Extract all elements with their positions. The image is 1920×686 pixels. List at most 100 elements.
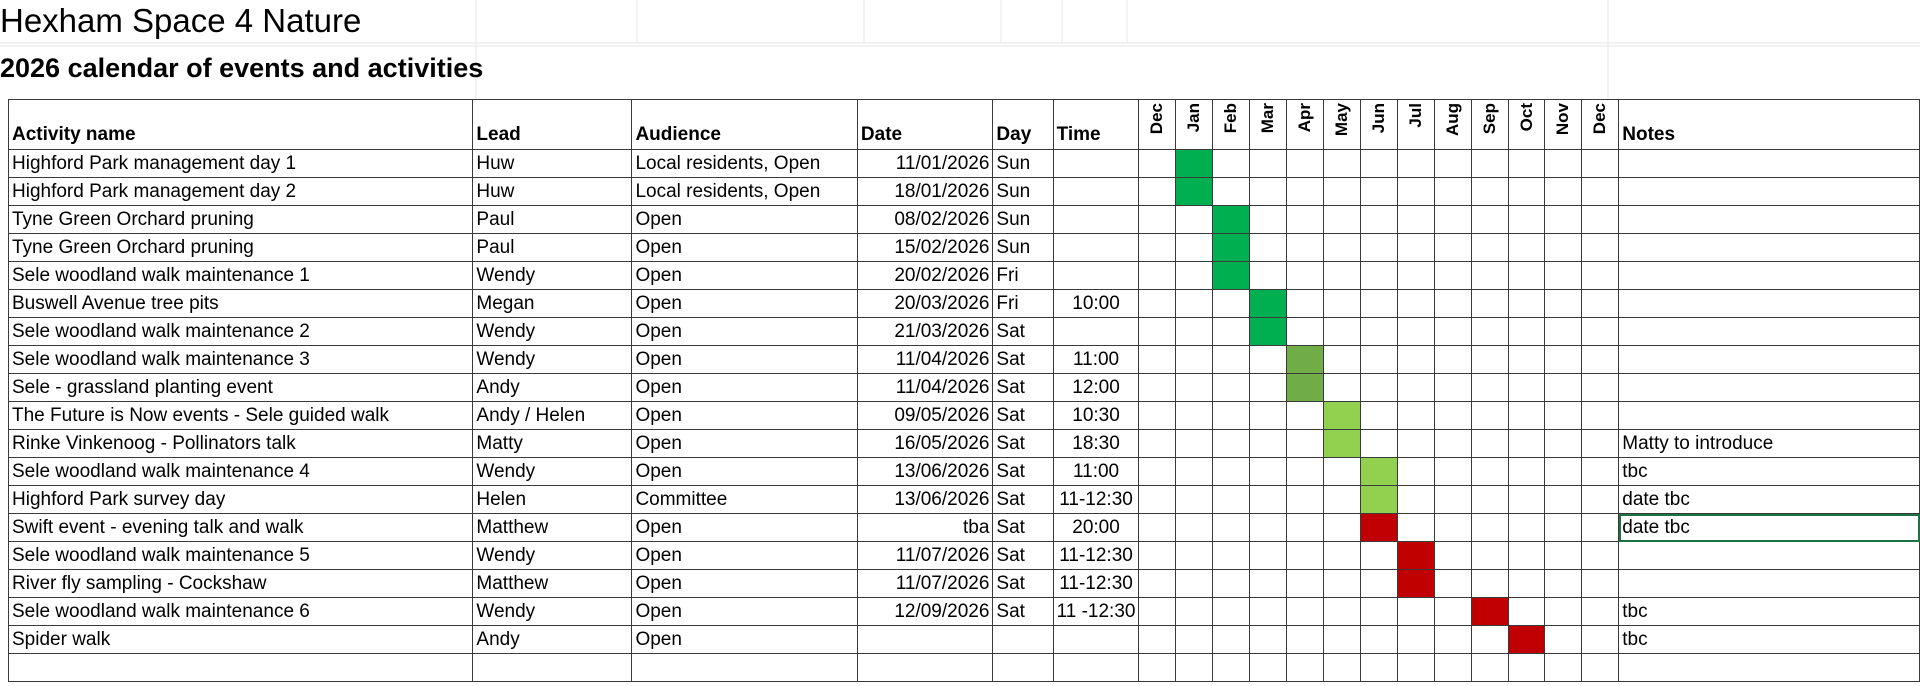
month-cell[interactable] (1433, 345, 1472, 374)
month-cell[interactable] (1433, 457, 1472, 486)
month-cell[interactable] (1249, 513, 1288, 542)
month-cell[interactable] (1433, 373, 1472, 402)
cell-day[interactable]: Sun (992, 233, 1054, 262)
month-cell[interactable] (1359, 233, 1398, 262)
cell-time[interactable]: 20:00 (1052, 513, 1140, 542)
month-cell[interactable] (1323, 457, 1361, 486)
cell-lead[interactable]: Matty (472, 429, 633, 458)
cell-lead[interactable]: Matthew (472, 569, 633, 598)
month-cell[interactable] (1581, 373, 1620, 402)
month-cell[interactable] (1138, 261, 1177, 290)
header-month-jun[interactable]: Jun (1359, 99, 1398, 150)
header-month-sep[interactable]: Sep (1470, 99, 1509, 150)
month-cell[interactable] (1359, 289, 1398, 318)
month-cell[interactable] (1359, 345, 1398, 374)
cell-lead[interactable]: Megan (472, 289, 633, 318)
month-cell[interactable] (1138, 513, 1177, 542)
month-cell[interactable] (1286, 513, 1325, 542)
cell-audience[interactable]: Open (631, 317, 858, 346)
cell-date[interactable] (856, 625, 994, 654)
cell-notes[interactable] (1618, 289, 1920, 318)
cell-audience[interactable]: Committee (631, 485, 858, 514)
cell-lead[interactable]: Huw (472, 149, 633, 178)
month-cell[interactable] (1396, 261, 1435, 290)
cell-time[interactable]: 11-12:30 (1052, 569, 1140, 598)
month-cell[interactable] (1544, 485, 1583, 514)
month-cell[interactable] (1323, 569, 1361, 598)
month-cell[interactable] (1138, 345, 1177, 374)
month-bar[interactable] (1249, 317, 1288, 346)
month-cell[interactable] (1175, 457, 1214, 486)
month-cell[interactable] (1433, 429, 1472, 458)
month-cell[interactable] (1396, 205, 1435, 234)
cell-activity[interactable]: Sele woodland walk maintenance 2 (7, 317, 474, 346)
month-cell[interactable] (1581, 149, 1620, 178)
cell-time[interactable] (1052, 653, 1140, 682)
month-cell[interactable] (1323, 625, 1361, 654)
month-cell[interactable] (1581, 485, 1620, 514)
month-cell[interactable] (1175, 625, 1214, 654)
month-cell[interactable] (1433, 261, 1472, 290)
month-cell[interactable] (1433, 205, 1472, 234)
header-month-apr[interactable]: Apr (1286, 99, 1325, 150)
month-cell[interactable] (1249, 345, 1288, 374)
cell-date[interactable]: 13/06/2026 (856, 457, 994, 486)
month-cell[interactable] (1581, 597, 1620, 626)
cell-lead[interactable]: Wendy (472, 345, 633, 374)
month-cell[interactable] (1249, 149, 1288, 178)
month-bar[interactable] (1286, 345, 1325, 374)
month-cell[interactable] (1175, 373, 1214, 402)
month-cell[interactable] (1470, 289, 1509, 318)
header-audience[interactable]: Audience (631, 99, 858, 150)
month-cell[interactable] (1470, 401, 1509, 430)
month-cell[interactable] (1359, 149, 1398, 178)
header-time[interactable]: Time (1052, 99, 1140, 150)
cell-lead[interactable]: Helen (472, 485, 633, 514)
month-bar[interactable] (1359, 485, 1398, 514)
cell-audience[interactable]: Open (631, 289, 858, 318)
cell-day[interactable]: Sun (992, 177, 1054, 206)
month-cell[interactable] (1507, 149, 1546, 178)
cell-activity[interactable] (7, 653, 474, 682)
header-month-aug[interactable]: Aug (1433, 99, 1472, 150)
month-cell[interactable] (1433, 597, 1472, 626)
month-cell[interactable] (1544, 653, 1583, 682)
month-cell[interactable] (1212, 653, 1251, 682)
cell-time[interactable]: 11-12:30 (1052, 485, 1140, 514)
month-cell[interactable] (1396, 513, 1435, 542)
month-bar[interactable] (1470, 597, 1509, 626)
cell-activity[interactable]: Tyne Green Orchard pruning (7, 233, 474, 262)
month-bar[interactable] (1323, 401, 1361, 430)
month-cell[interactable] (1396, 485, 1435, 514)
month-cell[interactable] (1359, 317, 1398, 346)
month-cell[interactable] (1212, 485, 1251, 514)
cell-notes[interactable]: date tbc (1618, 485, 1920, 514)
month-cell[interactable] (1507, 373, 1546, 402)
cell-date[interactable]: 20/02/2026 (856, 261, 994, 290)
month-cell[interactable] (1175, 345, 1214, 374)
month-cell[interactable] (1433, 625, 1472, 654)
cell-audience[interactable]: Open (631, 569, 858, 598)
month-cell[interactable] (1323, 485, 1361, 514)
cell-audience[interactable]: Open (631, 205, 858, 234)
cell-notes[interactable] (1618, 653, 1920, 682)
cell-day[interactable]: Sat (992, 345, 1054, 374)
month-cell[interactable] (1138, 429, 1177, 458)
month-cell[interactable] (1581, 205, 1620, 234)
month-cell[interactable] (1138, 653, 1177, 682)
month-cell[interactable] (1249, 205, 1288, 234)
month-cell[interactable] (1175, 541, 1214, 570)
cell-date[interactable]: tba (856, 513, 994, 542)
month-cell[interactable] (1470, 177, 1509, 206)
month-bar[interactable] (1396, 569, 1435, 598)
month-cell[interactable] (1470, 541, 1509, 570)
cell-day[interactable]: Fri (992, 261, 1054, 290)
month-cell[interactable] (1138, 457, 1177, 486)
month-cell[interactable] (1544, 429, 1583, 458)
cell-notes[interactable] (1618, 345, 1920, 374)
cell-date[interactable]: 15/02/2026 (856, 233, 994, 262)
month-cell[interactable] (1175, 233, 1214, 262)
header-month-nov[interactable]: Nov (1544, 99, 1583, 150)
month-cell[interactable] (1175, 485, 1214, 514)
month-cell[interactable] (1507, 569, 1546, 598)
